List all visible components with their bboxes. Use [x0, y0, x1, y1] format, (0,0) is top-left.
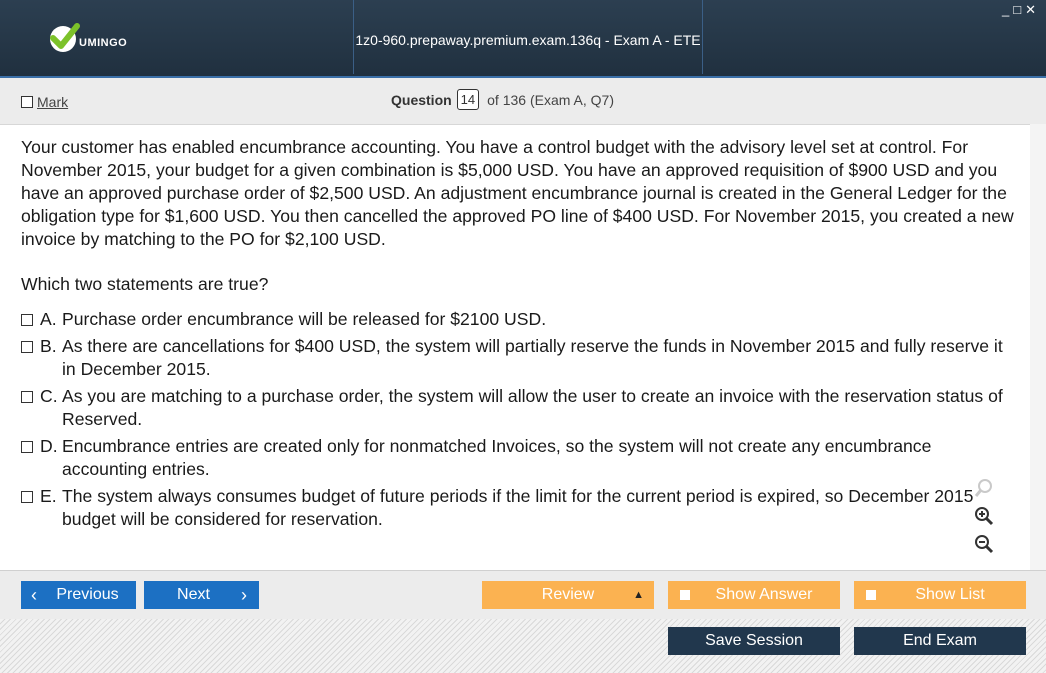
checkbox-icon[interactable] [21, 491, 33, 503]
mark-label: Mark [37, 94, 69, 110]
question-label: Question [391, 91, 452, 108]
checkbox-icon[interactable] [21, 341, 33, 353]
next-button[interactable]: Next › [144, 581, 259, 609]
question-number-input[interactable]: 14 [456, 89, 480, 110]
question-content: Your customer has enabled encumbrance ac… [21, 136, 1016, 535]
title-bar: UMINGO 1z0-960.prepaway.premium.exam.136… [0, 0, 1046, 128]
option-letter: E. [40, 486, 57, 506]
checkbox-icon[interactable] [21, 391, 33, 403]
review-label: Review [541, 586, 595, 603]
zoom-tools [972, 476, 1000, 560]
end-exam-button[interactable]: End Exam [854, 627, 1026, 655]
answer-option-d[interactable]: D. Encumbrance entries are created only … [21, 435, 1016, 481]
answer-option-b[interactable]: B. As there are cancellations for $400 U… [21, 335, 1016, 381]
chevron-right-icon: › [241, 585, 247, 605]
title-separator [702, 0, 703, 74]
zoom-reset-icon[interactable] [972, 476, 996, 500]
checkbox-icon[interactable] [21, 441, 33, 453]
checkmark-icon [50, 23, 80, 52]
mark-checkbox[interactable]: Mark [21, 94, 68, 110]
window-title: 1z0-960.prepaway.premium.exam.136q - Exa… [355, 32, 701, 128]
maximize-icon[interactable]: □ [1013, 2, 1025, 17]
checkbox-icon[interactable] [21, 96, 33, 108]
vumingo-logo: UMINGO [50, 23, 128, 52]
window-controls: _□✕ [1002, 2, 1040, 18]
show-answer-button[interactable]: Show Answer [668, 581, 840, 609]
vertical-scrollbar[interactable] [1030, 124, 1046, 570]
checkbox-icon[interactable] [866, 590, 876, 600]
navigation-bar: ‹ Previous Next › Review ▲ Show Answer S… [0, 570, 1046, 619]
option-text: As you are matching to a purchase order,… [62, 386, 1003, 429]
previous-label: Previous [56, 586, 119, 603]
next-label: Next [177, 586, 210, 603]
option-letter: C. [40, 386, 58, 406]
option-letter: B. [40, 336, 57, 356]
option-text: Purchase order encumbrance will be relea… [62, 309, 547, 329]
triangle-up-icon: ▲ [633, 589, 644, 601]
show-list-button[interactable]: Show List [854, 581, 1026, 609]
zoom-out-icon[interactable] [972, 532, 996, 556]
question-stem: Your customer has enabled encumbrance ac… [21, 137, 1014, 249]
option-text: Encumbrance entries are created only for… [62, 436, 932, 479]
question-total: of 136 (Exam A, Q7) [487, 91, 614, 108]
footer-area: Save Session End Exam [0, 619, 1046, 673]
review-button[interactable]: Review ▲ [482, 581, 654, 609]
question-counter: Question 14 of 136 (Exam A, Q7) [391, 89, 614, 110]
show-answer-label: Show Answer [715, 586, 813, 603]
minimize-icon[interactable]: _ [1002, 2, 1013, 17]
answer-option-e[interactable]: E. The system always consumes budget of … [21, 485, 1016, 531]
close-icon[interactable]: ✕ [1025, 2, 1040, 18]
option-text: The system always consumes budget of fut… [62, 486, 974, 529]
option-letter: D. [40, 436, 58, 456]
show-list-label: Show List [915, 586, 985, 603]
question-prompt: Which two statements are true? [21, 274, 269, 294]
checkbox-icon[interactable] [680, 590, 690, 600]
logo-text: UMINGO [79, 37, 128, 49]
answer-option-c[interactable]: C. As you are matching to a purchase ord… [21, 385, 1016, 431]
chevron-left-icon: ‹ [31, 585, 37, 605]
option-letter: A. [40, 309, 57, 329]
checkbox-icon[interactable] [21, 314, 33, 326]
question-header: Mark Question 14 of 136 (Exam A, Q7) [0, 78, 1046, 125]
zoom-in-icon[interactable] [972, 504, 996, 528]
previous-button[interactable]: ‹ Previous [21, 581, 136, 609]
save-session-button[interactable]: Save Session [668, 627, 840, 655]
option-text: As there are cancellations for $400 USD,… [62, 336, 1003, 379]
answer-option-a[interactable]: A. Purchase order encumbrance will be re… [21, 308, 1016, 331]
